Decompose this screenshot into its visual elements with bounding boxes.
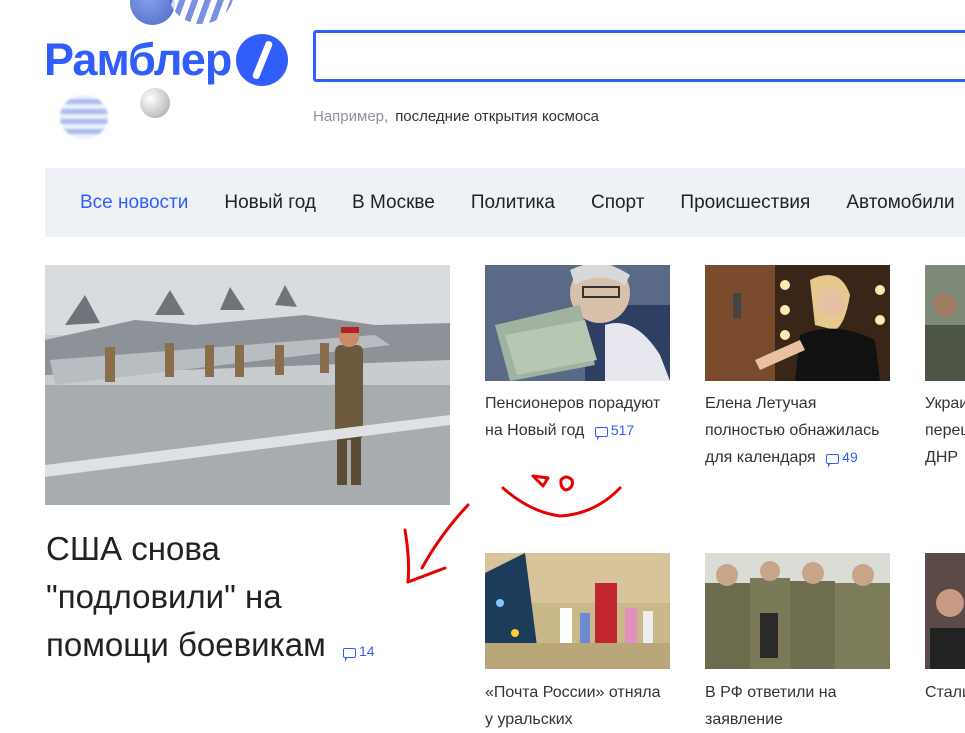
lead-news-comments[interactable]: 14 <box>342 643 375 662</box>
nav-item-auto[interactable]: Автомобили <box>846 192 954 214</box>
nav-item-all-news[interactable]: Все новости <box>80 192 188 214</box>
news-card[interactable]: «Почта России» отняла у уральских <box>485 679 670 733</box>
comment-count: 517 <box>610 422 635 438</box>
annotation-smile <box>501 486 622 518</box>
news-card-title[interactable]: Сталин зарплаты <box>925 679 965 706</box>
lead-news-headline[interactable]: США снова "подловили" на помощи боевикам… <box>46 525 396 675</box>
nav-item-sport[interactable]: Спорт <box>591 192 644 214</box>
lead-news-title[interactable]: США снова "подловили" на помощи боевикам <box>46 530 326 663</box>
news-card-comments[interactable]: 517 <box>594 422 635 441</box>
news-card-image[interactable] <box>925 265 965 381</box>
search-hint: Например, последние открытия космоса <box>313 108 599 125</box>
comment-icon <box>826 454 840 468</box>
news-card[interactable]: В РФ ответили на заявление <box>705 679 890 733</box>
christmas-ornament-icon <box>60 95 108 139</box>
news-card[interactable]: Елена Летучая полностью обнажилась для к… <box>705 390 890 471</box>
annotation-arrow-shaft <box>420 503 470 570</box>
logo-slash-icon <box>236 34 289 86</box>
comment-icon <box>594 427 608 441</box>
search-hint-prefix: Например, <box>313 108 389 125</box>
news-card-title[interactable]: Украинские военные перешли на сторону ДН… <box>925 390 965 471</box>
search-box[interactable] <box>313 30 965 82</box>
comment-icon <box>342 648 356 662</box>
comment-count: 14 <box>358 643 375 659</box>
lead-news-image[interactable] <box>45 265 450 505</box>
annotation-arrow-head <box>403 528 447 584</box>
christmas-ornament-icon <box>140 88 170 118</box>
nav-item-new-year[interactable]: Новый год <box>224 192 316 214</box>
news-card-image[interactable] <box>705 265 890 381</box>
news-card-comments[interactable]: 49 <box>826 449 858 468</box>
annotation-eye-left <box>531 474 550 488</box>
nav-item-incidents[interactable]: Происшествия <box>680 192 810 214</box>
news-card[interactable]: Пенсионеров порадуют на Новый год 517 <box>485 390 670 444</box>
news-card-image[interactable] <box>705 553 890 669</box>
search-input[interactable] <box>316 33 965 79</box>
rambler-logo[interactable]: Рамблер <box>44 30 289 90</box>
news-card-image[interactable] <box>485 553 670 669</box>
logo-text: Рамблер <box>44 34 232 85</box>
christmas-ornament-icon <box>168 0 234 24</box>
christmas-ornament-icon <box>130 0 175 25</box>
news-category-nav: Все новости Новый год В Москве Политика … <box>45 168 965 237</box>
nav-item-politics[interactable]: Политика <box>471 192 555 214</box>
news-card-title[interactable]: «Почта России» отняла у уральских <box>485 684 660 728</box>
search-hint-example[interactable]: последние открытия космоса <box>395 108 599 125</box>
news-card-title[interactable]: В РФ ответили на заявление <box>705 684 837 728</box>
news-card[interactable]: Украинские военные перешли на сторону ДН… <box>925 390 965 471</box>
nav-item-moscow[interactable]: В Москве <box>352 192 435 214</box>
news-card-image[interactable] <box>485 265 670 381</box>
comment-count: 49 <box>842 449 858 465</box>
news-card[interactable]: Сталин зарплаты <box>925 679 965 706</box>
annotation-eye-right <box>559 475 574 492</box>
news-card-image[interactable] <box>925 553 965 669</box>
